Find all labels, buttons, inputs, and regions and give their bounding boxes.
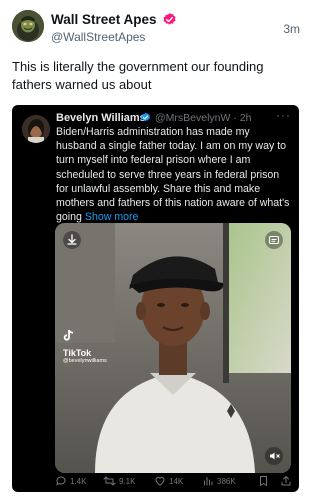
views-icon [204,477,213,486]
reply-icon [56,476,66,486]
tiktok-username: @bevelynwilliams [63,358,107,364]
author-avatar[interactable] [12,10,44,42]
captions-icon [268,235,280,245]
reply-button[interactable]: 1.4K [55,474,86,488]
share-icon [281,476,291,486]
more-options-button[interactable]: ··· [276,108,291,122]
mute-icon [270,452,280,460]
verified-badge-icon [163,12,176,25]
quoted-author-avatar[interactable] [22,115,50,143]
post-header: Wall Street Apes @WallStreetApes 3m [12,10,300,50]
quoted-author-handle[interactable]: @MrsBevelynW · 2h [155,112,251,124]
quoted-author-name[interactable]: Bevelyn Williams [56,112,146,124]
post-text: This is literally the government our fou… [12,59,264,92]
quoted-post-card[interactable]: Bevelyn Williams @MrsBevelynW · 2h ··· B… [12,105,299,492]
view-count: 386K [217,476,236,486]
bookmark-button[interactable] [258,474,269,488]
verified-badge-icon [141,112,150,122]
like-count: 14K [169,476,184,486]
captions-button[interactable] [265,231,283,249]
tiktok-logo-icon [63,329,74,341]
repost-button[interactable]: 9.1K [103,474,135,488]
reply-count: 1.4K [70,476,87,486]
mute-button[interactable] [265,447,283,465]
author-name[interactable]: Wall Street Apes [51,12,157,27]
like-button[interactable]: 14K [154,474,183,488]
author-handle[interactable]: @WallStreetApes [51,30,145,44]
repost-icon [103,476,116,486]
views-button[interactable]: 386K [202,474,236,488]
bookmark-icon [260,476,267,486]
quoted-post-text: Biden/Harris administration has made my … [56,125,292,224]
action-bar: 1.4K 9.1K 14K 386K [55,474,293,488]
tiktok-label: TikTok [63,348,92,358]
share-button[interactable] [280,474,292,488]
download-icon [67,234,77,245]
tiktok-watermark: TikTok @bevelynwilliams [63,329,133,364]
quoted-post-body: Biden/Harris administration has made my … [56,126,290,224]
like-icon [155,476,165,486]
repost-count: 9.1K [119,476,136,486]
post-timestamp[interactable]: 3m [283,22,300,36]
video-player[interactable]: TikTok @bevelynwilliams [55,223,291,473]
show-more-link[interactable]: Show more [85,211,139,223]
download-button[interactable] [63,231,81,249]
